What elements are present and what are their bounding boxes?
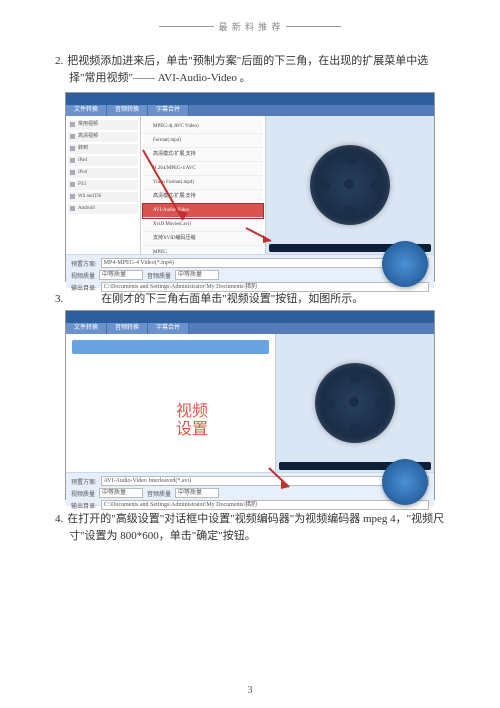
preset-field: MP4-MPEG-4 Video(*.mp4) [101,258,429,268]
figure-step3-screenshot: 文件转换 音频转换 字幕合并 预置方案: AVI-Audio-Video Int… [65,310,435,500]
codec-list: MPEG-4(.AVC Video) Format(.mp4) 高清模式/扩展,… [141,116,266,254]
output-field: C:\Documents and Settings\Administrator\… [101,282,429,292]
format-category-list: 常用视频 高清视频 转到 iPad iPod PS3 Wii and DS An… [66,116,141,254]
step-4: 4.在打开的"高级设置"对话框中设置"视频编码器"为视频编码器 mpeg 4，"… [55,511,445,544]
app-tab: 文件转换 [66,105,107,116]
convert-knob-icon [382,459,428,505]
app-tab: 音频转换 [107,105,148,116]
page-header: 最 新 料 推 荐 [55,20,445,33]
app-tab: 文件转换 [66,323,107,334]
codec-selected: AVI-Audio-Video [143,204,263,218]
page-number: 3 [0,685,500,696]
figure-step2-screenshot: 文件转换 音频转换 字幕合并 常用视频 高清视频 转到 iPad iPod PS… [65,92,435,282]
preview-pane [276,334,434,472]
step-3: 3. 在刚才的下三角右面单击"视频设置"按钮，如图所示。 [55,290,445,306]
app-tab: 字幕合并 [148,105,189,116]
output-field: C:\Documents and Settings\Administrator\… [101,500,429,510]
preset-label: 预置方案: [71,259,97,268]
preset-field: AVI-Audio-Video Interleaved(*.avi) [101,476,429,486]
output-label: 输出目录: [71,283,97,292]
film-reel-icon [310,145,390,225]
step-2: 2.把视频添加进来后，单击"预制方案"后面的下三角，在出现的扩展菜单中选择"常用… [55,53,445,86]
app-tab: 音频转换 [107,323,148,334]
preview-pane [266,116,434,254]
film-reel-icon [315,363,395,443]
convert-knob-icon [382,241,428,287]
app-tab: 字幕合并 [148,323,189,334]
